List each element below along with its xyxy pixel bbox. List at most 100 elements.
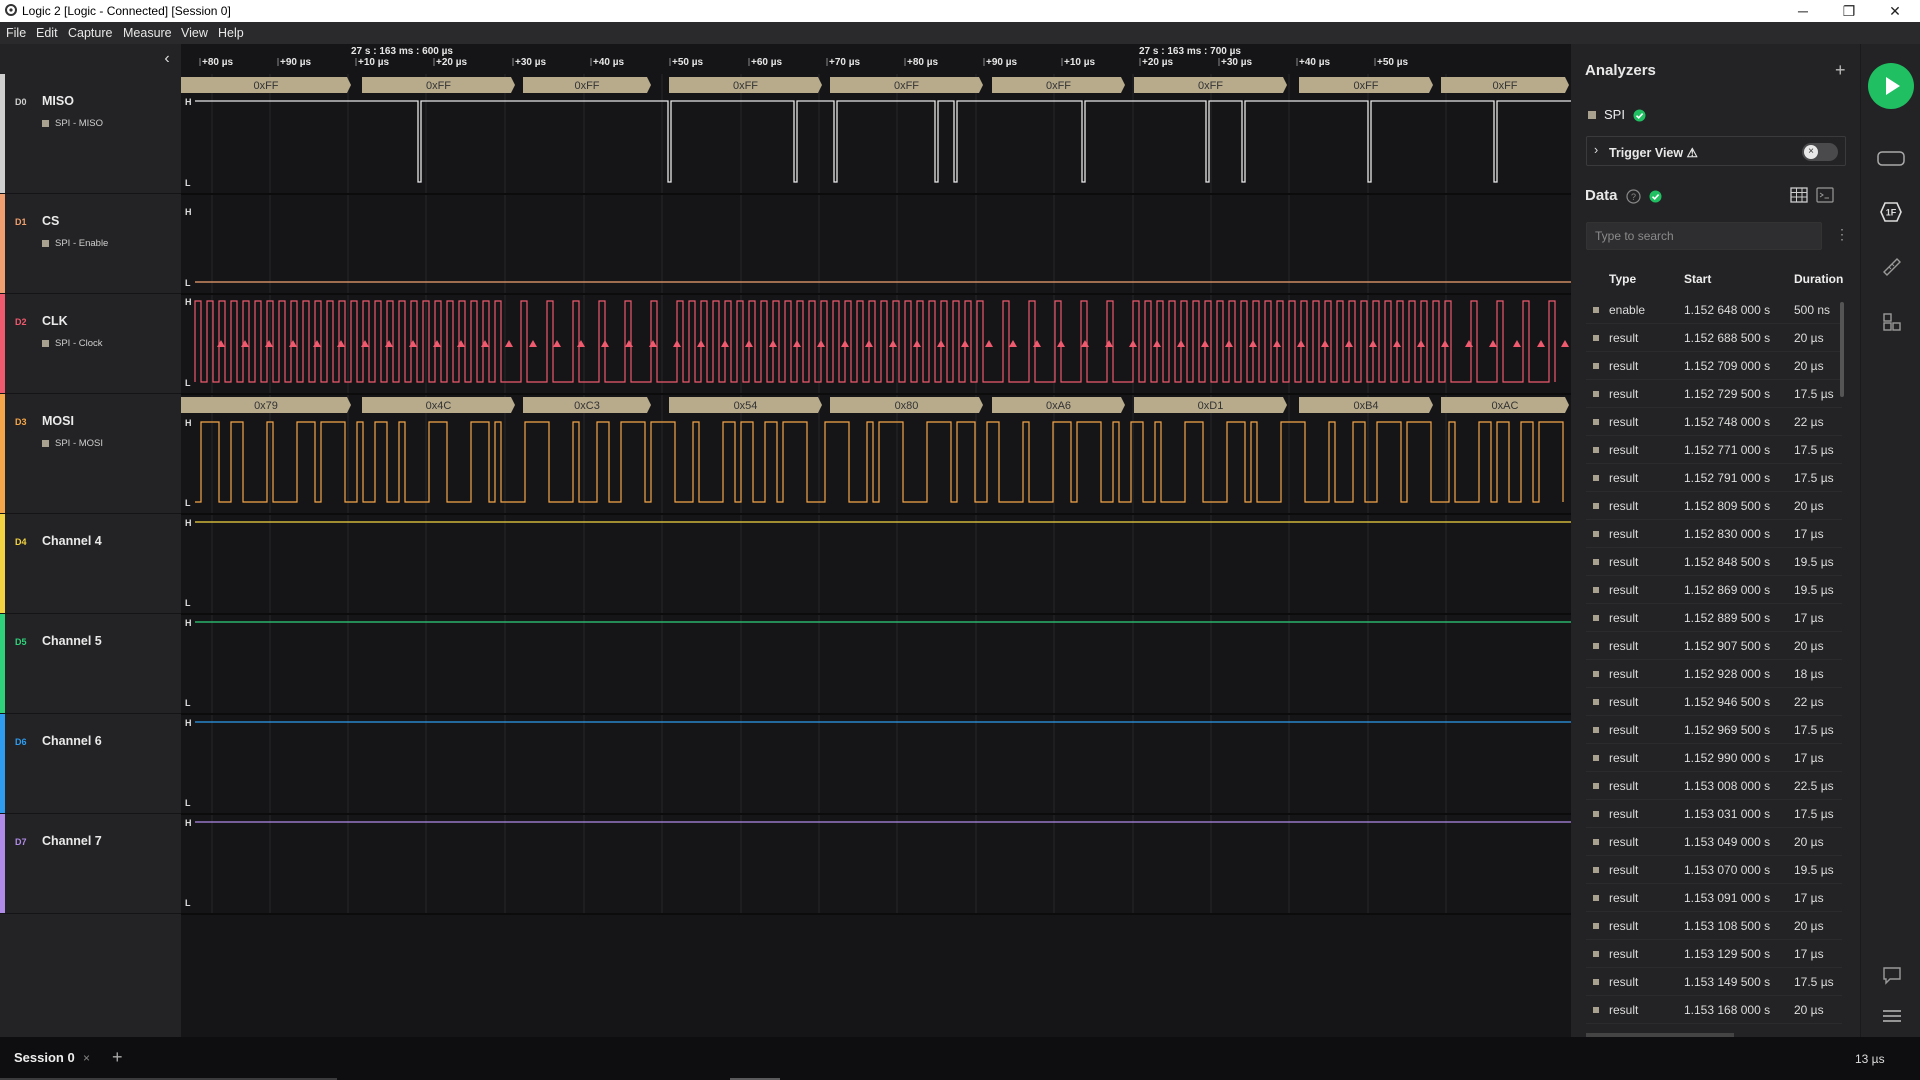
channel-row-d1[interactable]: D1 CS SPI - Enable (0, 194, 181, 294)
close-session-icon[interactable]: × (83, 1051, 90, 1065)
row-duration: 20 µs (1794, 835, 1824, 849)
table-row[interactable]: result 1.153 129 500 s 17 µs (1586, 940, 1842, 968)
table-row[interactable]: result 1.152 869 000 s 19.5 µs (1586, 576, 1842, 604)
table-row[interactable]: result 1.153 070 000 s 19.5 µs (1586, 856, 1842, 884)
device-settings-icon[interactable] (1876, 148, 1906, 168)
channel-row-d4[interactable]: D4 Channel 4 (0, 514, 181, 614)
level-label-low: L (185, 598, 191, 608)
add-session-button[interactable]: + (112, 1047, 123, 1068)
channel-name[interactable]: Channel 4 (42, 534, 102, 548)
analyzer-name[interactable]: SPI (1604, 107, 1625, 122)
start-capture-button[interactable] (1868, 63, 1914, 109)
feedback-chat-icon[interactable] (1881, 965, 1903, 985)
table-row[interactable]: result 1.153 031 000 s 17.5 µs (1586, 800, 1842, 828)
row-duration: 17.5 µs (1794, 387, 1834, 401)
table-row[interactable]: result 1.152 990 000 s 17 µs (1586, 744, 1842, 772)
analyzer-swatch (42, 340, 49, 347)
maximize-button[interactable]: ❐ (1826, 1, 1872, 21)
row-duration: 17.5 µs (1794, 443, 1834, 457)
table-row[interactable]: result 1.152 709 000 s 20 µs (1586, 352, 1842, 380)
table-row[interactable]: result 1.153 008 000 s 22.5 µs (1586, 772, 1842, 800)
table-row[interactable]: result 1.152 771 000 s 17.5 µs (1586, 436, 1842, 464)
play-icon (1886, 77, 1900, 95)
table-row[interactable]: result 1.153 149 500 s 17.5 µs (1586, 968, 1842, 996)
table-row[interactable]: enable 1.152 648 000 s 500 ns (1586, 296, 1842, 324)
row-duration: 19.5 µs (1794, 555, 1834, 569)
trigger-view-row[interactable]: › Trigger View ⚠ × (1586, 136, 1846, 166)
close-window-button[interactable]: ✕ (1872, 1, 1918, 21)
table-row[interactable]: result 1.152 848 500 s 19.5 µs (1586, 548, 1842, 576)
waveform-view[interactable]: +80 µs +90 µs +10 µs +20 µs +30 µs +40 µs +50 … (181, 44, 1571, 1037)
table-row[interactable]: result 1.152 907 500 s 20 µs (1586, 632, 1842, 660)
session-tab[interactable]: Session 0 × (0, 1037, 105, 1080)
channel-name[interactable]: Channel 5 (42, 634, 102, 648)
table-scrollbar[interactable] (1840, 302, 1844, 397)
channel-row-d0[interactable]: D0 MISO SPI - MISO (0, 74, 181, 194)
analyzers-icon[interactable]: 1F (1879, 200, 1903, 224)
channel-row-d2[interactable]: D2 CLK SPI - Clock (0, 294, 181, 394)
table-row[interactable]: result 1.152 946 500 s 22 µs (1586, 688, 1842, 716)
clock-edge-marker (985, 340, 993, 347)
extensions-icon[interactable] (1881, 311, 1903, 333)
channel-name[interactable]: MISO (42, 94, 74, 108)
table-row[interactable]: result 1.152 969 500 s 17.5 µs (1586, 716, 1842, 744)
waveform-canvas[interactable]: +80 µs +90 µs +10 µs +20 µs +30 µs +40 µs +50 … (181, 44, 1571, 1037)
table-row[interactable]: result 1.152 809 500 s 20 µs (1586, 492, 1842, 520)
channel-name[interactable]: CLK (42, 314, 68, 328)
table-row[interactable]: result 1.152 791 000 s 17.5 µs (1586, 464, 1842, 492)
measurement-ruler-icon[interactable] (1881, 256, 1903, 278)
level-label-low: L (185, 378, 191, 388)
minimize-button[interactable]: ─ (1780, 1, 1826, 21)
channel-row-d5[interactable]: D5 Channel 5 (0, 614, 181, 714)
clock-edge-marker (1105, 340, 1113, 347)
channel-color-bar (0, 714, 5, 813)
table-row[interactable]: result 1.152 729 500 s 17.5 µs (1586, 380, 1842, 408)
table-row[interactable]: result 1.153 108 500 s 20 µs (1586, 912, 1842, 940)
level-label-high: H (185, 518, 192, 528)
clock-edge-marker (721, 340, 729, 347)
clock-edge-marker (1345, 340, 1353, 347)
menu-file[interactable]: File (6, 26, 26, 40)
chevron-left-icon[interactable]: ‹ (158, 50, 176, 68)
table-row[interactable]: result 1.153 049 000 s 20 µs (1586, 828, 1842, 856)
channel-row-d6[interactable]: D6 Channel 6 (0, 714, 181, 814)
table-row[interactable]: result 1.153 091 000 s 17 µs (1586, 884, 1842, 912)
table-row[interactable]: result 1.153 168 000 s 20 µs (1586, 996, 1842, 1024)
table-row[interactable]: result 1.152 830 000 s 17 µs (1586, 520, 1842, 548)
terminal-view-icon[interactable] (1816, 187, 1834, 203)
table-row[interactable]: result 1.152 889 500 s 17 µs (1586, 604, 1842, 632)
row-duration: 20 µs (1794, 499, 1824, 513)
channel-name[interactable]: MOSI (42, 414, 74, 428)
channel-name[interactable]: CS (42, 214, 59, 228)
data-search-input[interactable]: Type to search (1586, 222, 1822, 250)
table-row[interactable]: result 1.152 688 500 s 20 µs (1586, 324, 1842, 352)
channel-row-d7[interactable]: D7 Channel 7 (0, 814, 181, 914)
add-analyzer-button[interactable]: + (1835, 60, 1846, 81)
channel-row-d3[interactable]: D3 MOSI SPI - MOSI (0, 394, 181, 514)
table-row[interactable]: result 1.152 748 000 s 22 µs (1586, 408, 1842, 436)
table-row[interactable]: result 1.152 928 000 s 18 µs (1586, 660, 1842, 688)
byte-label: 0x54 (734, 400, 758, 412)
menu-view[interactable]: View (181, 26, 208, 40)
row-start: 1.152 709 000 s (1684, 359, 1771, 373)
row-color-swatch (1593, 587, 1599, 593)
clock-edge-marker (1561, 340, 1569, 347)
clock-edge-marker (1465, 340, 1473, 347)
time-tick-label: +30 µs (515, 57, 547, 68)
table-view-icon[interactable] (1790, 187, 1808, 203)
check-circle-icon (1633, 109, 1646, 122)
more-options-icon[interactable]: ⋮ (1835, 226, 1849, 243)
row-start: 1.152 830 000 s (1684, 527, 1771, 541)
trigger-view-toggle[interactable]: × (1802, 143, 1838, 161)
menu-capture[interactable]: Capture (68, 26, 112, 40)
menu-edit[interactable]: Edit (36, 26, 58, 40)
channel-name[interactable]: Channel 7 (42, 834, 102, 848)
help-icon[interactable]: ? (1626, 189, 1641, 204)
menu-measure[interactable]: Measure (123, 26, 172, 40)
menu-icon[interactable] (1881, 1007, 1903, 1025)
clock-edge-marker (433, 340, 441, 347)
menu-help[interactable]: Help (218, 26, 244, 40)
channel-name[interactable]: Channel 6 (42, 734, 102, 748)
chevron-right-icon[interactable]: › (1594, 143, 1598, 157)
clock-edge-marker (913, 340, 921, 347)
